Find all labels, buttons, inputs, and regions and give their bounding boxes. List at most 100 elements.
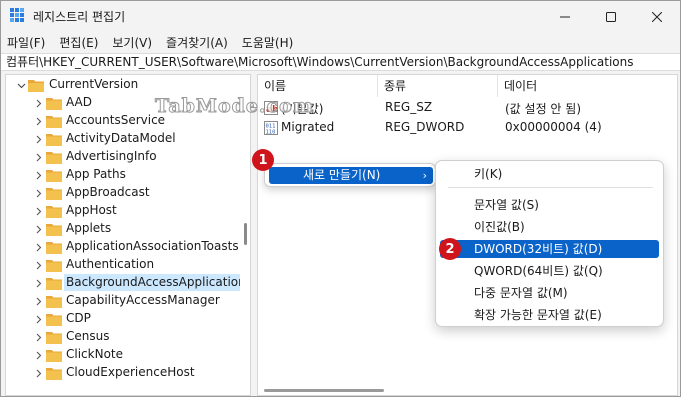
tree-item[interactable]: Authentication <box>6 256 240 274</box>
minimize-icon <box>560 16 570 17</box>
chevron-right-icon[interactable] <box>33 314 43 324</box>
folder-icon <box>46 134 62 146</box>
chevron-right-icon[interactable] <box>33 260 43 270</box>
submenu-binary-value[interactable]: 이진값(B) <box>440 218 659 236</box>
chevron-right-icon[interactable] <box>33 206 43 216</box>
tree-item[interactable]: ActivityDataModel <box>6 130 240 148</box>
chevron-right-icon[interactable] <box>33 152 43 162</box>
chevron-right-icon: › <box>422 169 427 182</box>
chevron-down-icon[interactable] <box>16 80 26 90</box>
chevron-right-icon[interactable] <box>33 368 43 378</box>
chevron-right-icon[interactable] <box>33 350 43 360</box>
tree-item-label: AdvertisingInfo <box>66 149 157 163</box>
tree-item-label: ActivityDataModel <box>66 131 176 145</box>
column-header-data[interactable]: 데이터 <box>498 75 677 97</box>
list-scrollbar-thumb[interactable] <box>264 389 384 392</box>
chevron-right-icon[interactable] <box>33 98 43 108</box>
address-bar[interactable]: 컴퓨터\HKEY_CURRENT_USER\Software\Microsoft… <box>1 53 680 71</box>
tree-item[interactable]: ApplicationAssociationToasts <box>6 238 240 256</box>
step-badge-1: 1 <box>252 149 274 171</box>
tree-item[interactable]: Census <box>6 328 240 346</box>
context-menu-new[interactable]: 새로 만들기(N) › <box>269 167 433 184</box>
tree-item-label: ClickNote <box>66 347 123 361</box>
chevron-right-icon[interactable] <box>33 134 43 144</box>
chevron-right-icon[interactable] <box>33 188 43 198</box>
menu-view[interactable]: 보기(V) <box>112 34 152 51</box>
chevron-right-icon[interactable] <box>33 242 43 252</box>
folder-icon <box>46 296 62 308</box>
folder-icon <box>46 116 62 128</box>
tree-scrollbar-thumb[interactable] <box>244 223 247 245</box>
chevron-right-icon[interactable] <box>33 116 43 126</box>
column-header-type[interactable]: 종류 <box>378 75 498 97</box>
dword-value-icon: 011110 <box>264 121 278 135</box>
tree-item[interactable]: App Paths <box>6 166 240 184</box>
tree-item[interactable]: CloudExperienceHost <box>6 364 240 382</box>
column-header-name[interactable]: 이름 <box>258 75 378 97</box>
chevron-right-icon[interactable] <box>33 332 43 342</box>
registry-tree: CurrentVersion AAD AccountsService Activit… <box>5 74 251 396</box>
value-type: REG_DWORD <box>385 120 465 134</box>
tree-item-label: CapabilityAccessManager <box>66 293 220 307</box>
tree-item[interactable]: BackgroundAccessApplications <box>6 274 250 292</box>
tree-item[interactable]: CapabilityAccessManager <box>6 292 240 310</box>
folder-icon <box>46 368 62 380</box>
tree-item[interactable]: AppBroadcast <box>6 184 240 202</box>
tree-item-label: ApplicationAssociationToasts <box>66 239 239 253</box>
tree-scrollbar[interactable] <box>240 75 250 395</box>
window-title: 레지스트리 편집기 <box>33 10 126 24</box>
tree-item-label: AAD <box>66 95 92 109</box>
folder-icon <box>46 314 62 326</box>
maximize-button[interactable] <box>588 1 634 32</box>
tree-item[interactable]: CDP <box>6 310 240 328</box>
tree-item[interactable]: ClickNote <box>6 346 240 364</box>
chevron-right-icon[interactable] <box>33 170 43 180</box>
minimize-button[interactable] <box>542 1 588 32</box>
submenu-dword-value[interactable]: DWORD(32비트) 값(D) <box>440 240 659 258</box>
folder-icon <box>46 206 62 218</box>
tree-item-label: BackgroundAccessApplications <box>64 274 250 291</box>
close-button[interactable] <box>634 1 680 32</box>
value-row[interactable]: ab (기본값) REG_SZ (값 설정 안 됨) <box>258 98 677 118</box>
context-menu: 새로 만들기(N) › <box>264 163 436 187</box>
menu-bar: 파일(F) 편집(E) 보기(V) 즐겨찾기(A) 도움말(H) <box>1 32 680 52</box>
title-bar: 레지스트리 편집기 <box>1 1 680 32</box>
chevron-right-icon[interactable] <box>33 278 43 288</box>
value-row[interactable]: 011 110 Migrated REG_DWORD 0x00000004 (4) <box>258 118 677 138</box>
tree-item-label: AppBroadcast <box>66 185 150 199</box>
submenu-multi-string-value[interactable]: 다중 문자열 값(M) <box>440 284 659 302</box>
registry-editor-window: 레지스트리 편집기 파일(F) 편집(E) 보기(V) 즐겨찾기(A) 도움말(… <box>0 0 681 397</box>
menu-help[interactable]: 도움말(H) <box>242 34 294 51</box>
folder-icon <box>46 278 62 290</box>
list-horizontal-scrollbar[interactable] <box>258 385 677 395</box>
menu-favorites[interactable]: 즐겨찾기(A) <box>166 34 228 51</box>
context-menu-new-label: 새로 만들기(N) <box>303 168 381 182</box>
tree-item-label: AppHost <box>66 203 117 217</box>
submenu-key[interactable]: 키(K) <box>440 165 659 183</box>
tree-item-label: CurrentVersion <box>49 77 139 91</box>
tree-item-currentversion[interactable]: CurrentVersion <box>6 76 240 94</box>
chevron-right-icon[interactable] <box>33 296 43 306</box>
tree-item[interactable]: Applets <box>6 220 240 238</box>
tree-item-label: CDP <box>66 311 91 325</box>
tree-item-label: Census <box>66 329 110 343</box>
folder-icon <box>46 260 62 272</box>
folder-icon <box>46 98 62 110</box>
tree-item[interactable]: AdvertisingInfo <box>6 148 240 166</box>
submenu-qword-value[interactable]: QWORD(64비트) 값(Q) <box>440 262 659 280</box>
menu-file[interactable]: 파일(F) <box>7 34 45 51</box>
submenu-expandable-string-value[interactable]: 확장 가능한 문자열 값(E) <box>440 306 659 324</box>
folder-icon <box>46 170 62 182</box>
tree-item[interactable]: AppHost <box>6 202 240 220</box>
maximize-icon <box>606 11 616 22</box>
menu-edit[interactable]: 편집(E) <box>59 34 98 51</box>
tree-item-label: CloudExperienceHost <box>66 365 195 379</box>
tree-item-label: Authentication <box>66 257 155 271</box>
value-data: 0x00000004 (4) <box>505 120 602 134</box>
submenu-separator <box>448 187 653 188</box>
submenu-string-value[interactable]: 문자열 값(S) <box>440 196 659 214</box>
tree-item-label: App Paths <box>66 167 126 181</box>
folder-icon <box>46 332 62 344</box>
chevron-right-icon[interactable] <box>33 224 43 234</box>
watermark: TabMode.com <box>155 95 314 118</box>
